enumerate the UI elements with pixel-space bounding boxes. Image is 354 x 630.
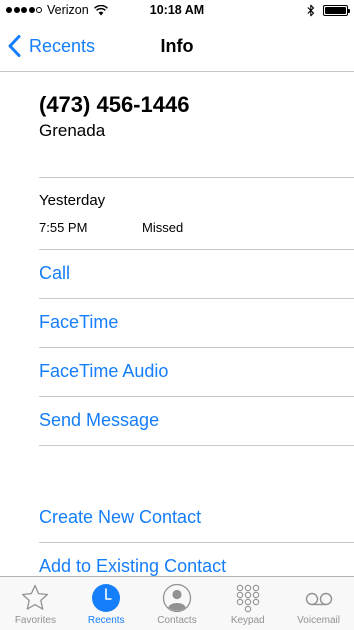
clock-icon bbox=[92, 584, 121, 612]
divider bbox=[39, 298, 354, 299]
star-icon bbox=[22, 584, 49, 610]
facetime-button[interactable]: FaceTime bbox=[39, 312, 118, 333]
tab-label: Recents bbox=[87, 615, 125, 626]
voicemail-icon bbox=[305, 592, 332, 606]
status-right bbox=[307, 4, 350, 17]
status-time: 10:18 AM bbox=[149, 3, 205, 17]
divider bbox=[39, 445, 354, 446]
contact-location: Grenada bbox=[39, 121, 106, 140]
call-button[interactable]: Call bbox=[39, 263, 70, 284]
divider bbox=[39, 177, 354, 178]
tab-recents[interactable]: Recents bbox=[71, 577, 142, 630]
battery-fill bbox=[325, 7, 346, 14]
tab-bar: Favorites Recents Contacts Keypad Voicem… bbox=[0, 576, 354, 630]
tab-label: Favorites bbox=[14, 615, 56, 626]
divider bbox=[39, 542, 354, 543]
call-time: 7:55 PM bbox=[39, 220, 88, 235]
call-status: Missed bbox=[142, 220, 184, 235]
create-new-contact-button[interactable]: Create New Contact bbox=[39, 507, 201, 528]
tab-voicemail[interactable]: Voicemail bbox=[283, 577, 354, 630]
divider bbox=[39, 396, 354, 397]
navigation-bar: Recents Info bbox=[0, 22, 354, 72]
send-message-button[interactable]: Send Message bbox=[39, 410, 159, 431]
tab-label: Voicemail bbox=[297, 615, 340, 626]
tab-contacts[interactable]: Contacts bbox=[142, 577, 213, 630]
contact-phone-number[interactable]: (473) 456-1446 bbox=[39, 92, 189, 118]
divider bbox=[39, 249, 354, 250]
keypad-icon bbox=[236, 584, 260, 613]
bluetooth-icon bbox=[307, 4, 315, 17]
tab-label: Contacts bbox=[157, 615, 197, 626]
add-to-existing-contact-button[interactable]: Add to Existing Contact bbox=[39, 556, 226, 577]
divider bbox=[39, 347, 354, 348]
battery-icon bbox=[323, 5, 350, 16]
person-icon bbox=[162, 583, 192, 613]
call-date: Yesterday bbox=[39, 192, 106, 209]
tab-keypad[interactable]: Keypad bbox=[212, 577, 283, 630]
tab-favorites[interactable]: Favorites bbox=[0, 577, 71, 630]
page-title: Info bbox=[160, 36, 194, 56]
tab-label: Keypad bbox=[230, 615, 265, 626]
status-bar: Verizon 10:18 AM bbox=[0, 0, 354, 22]
facetime-audio-button[interactable]: FaceTime Audio bbox=[39, 361, 168, 382]
phone-screen: Verizon 10:18 AM Recents Info (473) 456-… bbox=[0, 0, 354, 630]
